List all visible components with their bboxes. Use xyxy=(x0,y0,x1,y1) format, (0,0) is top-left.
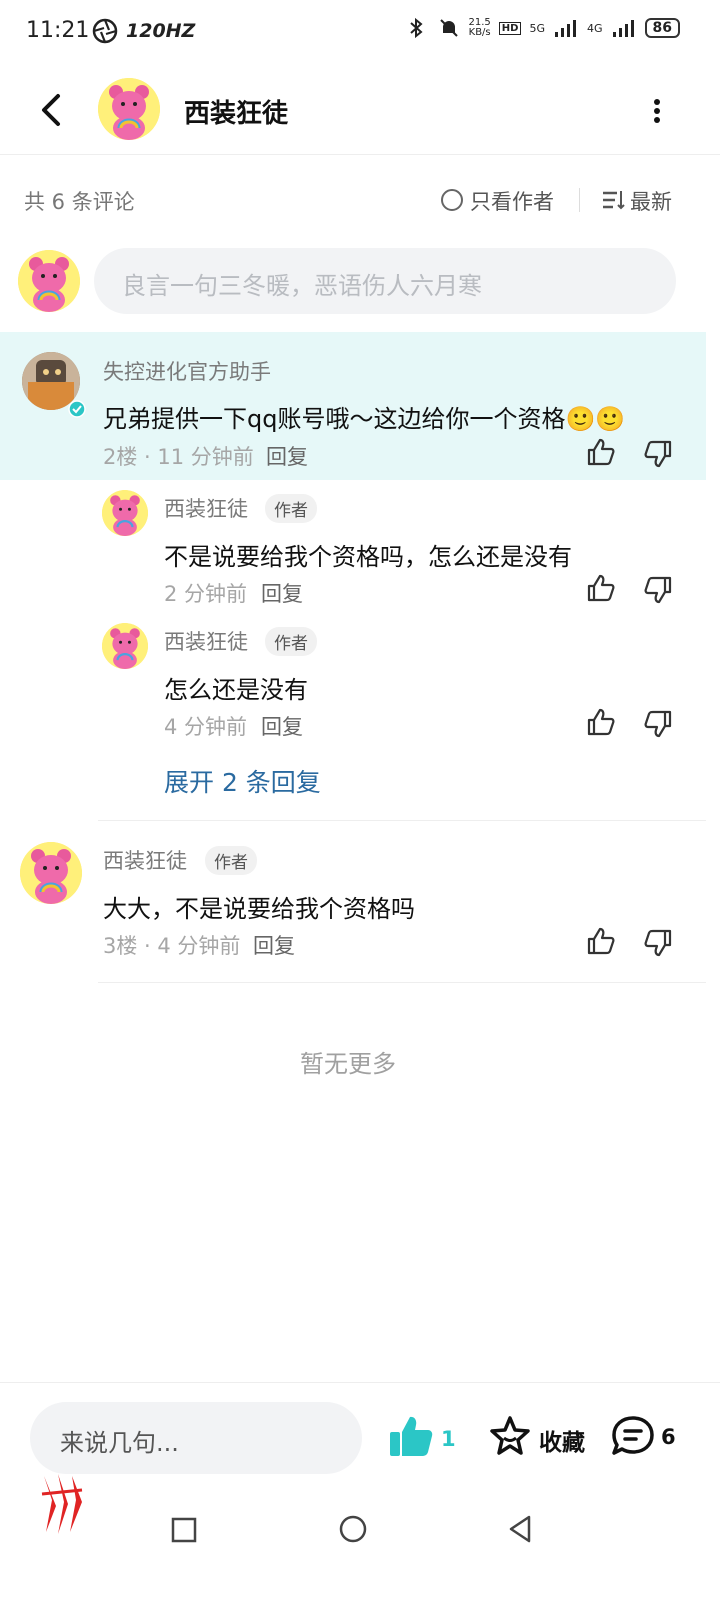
comment-avatar[interactable] xyxy=(20,842,82,904)
reply-meta: 4 分钟前 xyxy=(164,715,248,739)
collect-label[interactable]: 收藏 xyxy=(539,1423,585,1457)
my-avatar xyxy=(18,250,80,312)
network-speed: 21.5 KB/s xyxy=(468,17,491,38)
sort-icon[interactable] xyxy=(600,188,626,212)
user-avatar[interactable] xyxy=(98,78,160,140)
mute-bell-icon xyxy=(439,19,458,37)
comment-input-placeholder: 良言一句三冬暖，恶语伤人六月寒 xyxy=(122,272,482,300)
battery-indicator: 86 xyxy=(644,18,680,38)
reply-button[interactable]: 回复 xyxy=(253,930,295,960)
comment-meta: 3楼 · 4 分钟前 xyxy=(103,934,241,958)
only-author-radio[interactable] xyxy=(441,189,463,211)
comment-count-badge: 6 xyxy=(661,1425,676,1449)
hd-icon: HD xyxy=(498,21,522,35)
brand-logo-icon xyxy=(41,1474,83,1534)
comment-divider xyxy=(98,820,706,821)
like-count: 1 xyxy=(441,1427,456,1451)
bottom-divider xyxy=(0,1382,720,1383)
status-indicators: 21.5 KB/s HD 5G 4G 86 xyxy=(405,16,680,40)
bear-avatar-icon xyxy=(102,490,148,536)
only-author-label[interactable]: 只看作者 xyxy=(470,186,554,216)
comment-author[interactable]: 失控进化官方助手 xyxy=(103,356,271,386)
meta-divider xyxy=(579,188,580,212)
bear-avatar-icon xyxy=(20,842,82,904)
reply-avatar[interactable] xyxy=(102,490,148,536)
header-divider xyxy=(0,154,720,155)
comment-count: 共 6 条评论 xyxy=(24,190,135,214)
author-tag: 作者 xyxy=(265,627,317,656)
thumbs-up-filled-icon[interactable] xyxy=(388,1414,434,1458)
net-4g: 4G xyxy=(586,21,603,35)
comment-content: 兄弟提供一下qq账号哦～这边给你一个资格🙂🙂 xyxy=(103,405,626,433)
verified-badge-icon xyxy=(68,400,86,418)
sort-label[interactable]: 最新 xyxy=(630,186,672,216)
thumbs-down-icon[interactable] xyxy=(643,575,673,605)
signal-icon xyxy=(612,20,634,37)
comment-divider xyxy=(98,982,706,983)
comment-author[interactable]: 西装狂徒 xyxy=(103,845,187,875)
bluetooth-icon xyxy=(409,17,423,39)
bear-avatar-icon xyxy=(102,623,148,669)
reply-button[interactable]: 回复 xyxy=(266,441,308,471)
thumbs-up-icon[interactable] xyxy=(586,437,616,467)
bottom-comment-input[interactable]: 来说几句... xyxy=(30,1402,362,1474)
expand-replies-link[interactable]: 展开 2 条回复 xyxy=(164,763,321,799)
status-time: 11:21 xyxy=(26,18,90,43)
home-icon[interactable] xyxy=(338,1514,368,1544)
thumbs-up-icon[interactable] xyxy=(586,573,616,603)
thumbs-down-icon[interactable] xyxy=(643,709,673,739)
author-tag: 作者 xyxy=(205,846,257,875)
thumbs-down-icon[interactable] xyxy=(643,439,673,469)
status-bar: 11:21 120HZ 21.5 KB/s HD 5G 4G 86 xyxy=(0,0,720,64)
net-5g: 5G xyxy=(529,21,545,35)
bottom-input-placeholder: 来说几句... xyxy=(60,1429,179,1457)
nav-back-icon[interactable] xyxy=(506,1514,534,1544)
reply-author[interactable]: 西装狂徒 xyxy=(164,626,248,656)
author-tag: 作者 xyxy=(265,494,317,523)
comment-bubble-icon[interactable] xyxy=(610,1414,656,1458)
signal-icon xyxy=(554,20,576,37)
back-arrow-icon[interactable] xyxy=(34,90,74,130)
star-collect-icon[interactable] xyxy=(488,1414,532,1458)
thumbs-up-icon[interactable] xyxy=(586,707,616,737)
reply-author[interactable]: 西装狂徒 xyxy=(164,493,248,523)
reply-content: 不是说要给我个资格吗，怎么还是没有 xyxy=(164,543,572,571)
recent-apps-icon[interactable] xyxy=(170,1516,198,1544)
bear-avatar-icon xyxy=(98,78,160,140)
thumbs-up-icon[interactable] xyxy=(586,926,616,956)
comment-input[interactable]: 良言一句三冬暖，恶语伤人六月寒 xyxy=(94,248,676,314)
more-options-icon[interactable] xyxy=(650,96,664,126)
reply-button[interactable]: 回复 xyxy=(261,578,303,608)
reply-content: 怎么还是没有 xyxy=(164,676,308,704)
aperture-icon xyxy=(92,18,118,44)
refresh-rate: 120HZ xyxy=(126,20,196,42)
bear-avatar-icon xyxy=(18,250,80,312)
comment-content: 大大，不是说要给我个资格吗 xyxy=(103,895,415,923)
reply-avatar[interactable] xyxy=(102,623,148,669)
page-title: 西装狂徒 xyxy=(184,99,289,129)
reply-button[interactable]: 回复 xyxy=(261,711,303,741)
comment-meta: 2楼 · 11 分钟前 xyxy=(103,445,254,469)
reply-meta: 2 分钟前 xyxy=(164,582,248,606)
no-more-label: 暂无更多 xyxy=(300,1050,396,1078)
thumbs-down-icon[interactable] xyxy=(643,928,673,958)
